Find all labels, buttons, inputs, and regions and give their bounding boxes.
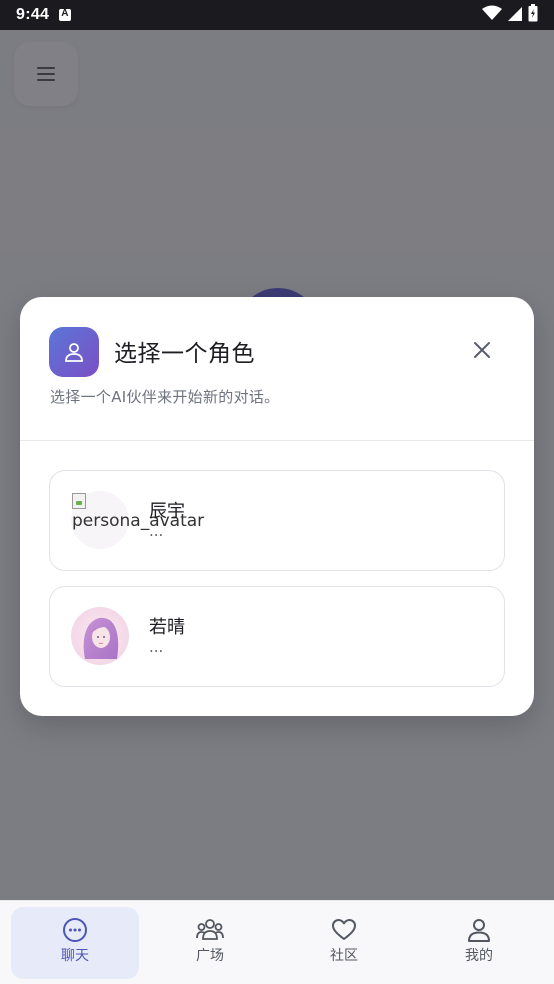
profile-icon <box>468 919 490 942</box>
status-time: 9:44 <box>16 6 50 23</box>
group-icon <box>196 919 224 940</box>
dialog-divider <box>20 440 534 441</box>
nav-item-plaza[interactable]: 广场 <box>146 907 274 979</box>
person-icon <box>49 327 99 377</box>
wifi-icon <box>482 5 502 25</box>
signal-icon <box>508 6 522 25</box>
nav-label: 社区 <box>330 948 358 964</box>
status-icons <box>482 4 538 26</box>
close-button[interactable] <box>467 335 497 365</box>
persona-name: 辰宇 <box>149 501 185 522</box>
avatar <box>71 607 129 665</box>
nav-label: 我的 <box>465 948 493 964</box>
nav-label: 广场 <box>196 948 224 964</box>
persona-card-chenyu[interactable]: persona_avatar 辰宇 ... <box>49 470 505 571</box>
dialog-title: 选择一个角色 <box>114 341 255 367</box>
persona-name: 若晴 <box>149 617 185 638</box>
dialog-subtitle: 选择一个AI伙伴来开始新的对话。 <box>50 388 280 406</box>
persona-description: ... <box>149 522 164 540</box>
select-persona-dialog: 选择一个角色 选择一个AI伙伴来开始新的对话。 persona_avatar 辰… <box>20 297 534 716</box>
battery-icon <box>528 4 538 26</box>
persona-description: ... <box>149 638 164 656</box>
nav-label: 聊天 <box>61 948 89 964</box>
close-icon <box>474 342 490 358</box>
persona-illustration <box>71 607 129 665</box>
status-bar: 9:44 <box>0 0 554 30</box>
nav-item-me[interactable]: 我的 <box>415 907 543 979</box>
chat-bubble-icon <box>63 918 87 942</box>
nav-item-community[interactable]: 社区 <box>280 907 408 979</box>
bottom-navigation: 聊天 广场 社区 我的 <box>0 900 554 984</box>
persona-card-ruoqing[interactable]: 若晴 ... <box>49 586 505 687</box>
nav-item-chat[interactable]: 聊天 <box>11 907 139 979</box>
notification-a-icon <box>59 8 72 21</box>
heart-icon <box>332 919 356 940</box>
